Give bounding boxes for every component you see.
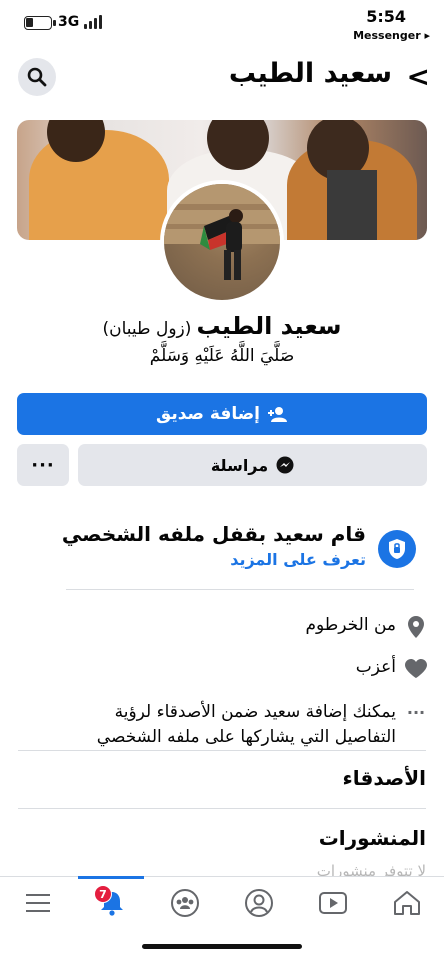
divider [18,808,426,809]
search-button[interactable] [18,58,56,96]
home-indicator [142,944,302,949]
profile-name: سعيد الطيب (زول طيبان) [100,312,344,340]
home-icon [394,891,420,915]
back-to-app-link[interactable]: Messenger ▸ [353,29,430,42]
bottom-tab-bar: 7 [0,876,444,928]
tab-groups[interactable] [163,883,207,923]
profile-picture[interactable] [160,180,284,304]
signal-bars-icon [84,15,102,29]
tab-watch[interactable] [311,883,355,923]
notifications-badge: 7 [94,885,112,903]
profile-alternate-name: (زول طيبان) [102,319,192,339]
profile-header: سعيد الطيب < [0,54,444,100]
posts-section-title: المنشورات [318,826,426,850]
groups-icon [171,889,199,917]
status-bar: 3G 5:54 Messenger ▸ [0,0,444,48]
locked-notice-title: قام سعيد بقفل ملفه الشخصي [61,522,366,546]
network-label: 3G [58,14,80,30]
back-button[interactable]: < [407,60,430,94]
add-friend-button[interactable]: إضافة صديق [17,393,427,435]
messenger-icon [276,456,294,474]
more-dots-icon: ··· [31,454,55,476]
add-friend-icon [267,407,287,422]
message-button[interactable]: مراسلة [78,444,427,486]
message-label: مراسلة [210,455,269,475]
intro-location: من الخرطوم [305,615,396,635]
active-tab-indicator [78,876,144,879]
add-friend-label: إضافة صديق [156,404,260,424]
learn-more-link[interactable]: تعرف على المزيد [230,550,366,569]
search-icon [27,67,47,87]
avatar [164,184,280,280]
divider [18,750,426,751]
shield-lock-icon [378,530,416,568]
heart-icon [404,657,428,681]
friends-section-title[interactable]: الأصدقاء [343,766,426,790]
clock: 5:54 [366,7,406,26]
tab-menu[interactable] [16,883,60,923]
watch-icon [319,892,347,914]
battery-icon [24,16,56,30]
intro-relationship: أعزب [355,657,396,677]
more-options-button[interactable]: ··· [17,444,69,486]
profile-name-text: سعيد الطيب [196,312,342,340]
page-title: سعيد الطيب [228,58,392,89]
tab-home[interactable] [385,883,429,923]
location-pin-icon [404,615,428,639]
divider [66,589,414,590]
profile-bio: صَلَّيَ اللَّهُ عَلَيْهِ وَسَلَّمْ [149,346,295,366]
intro-add-friend-hint: يمكنك إضافة سعيد ضمن الأصدقاء لرؤية التف… [96,702,396,747]
tab-notifications[interactable]: 7 [90,883,134,923]
tab-profile[interactable] [237,883,281,923]
more-dots-icon: ··· [406,702,426,722]
profile-icon [245,889,273,917]
menu-icon [26,894,50,912]
